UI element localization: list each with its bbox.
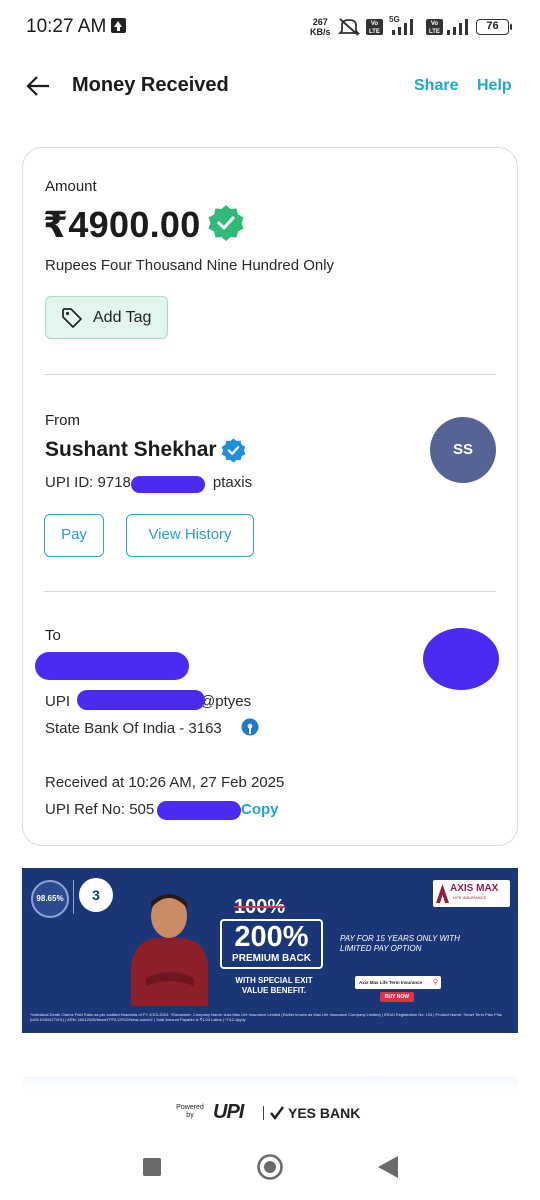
mute-icon <box>338 18 360 36</box>
ad-person-image <box>131 894 208 1006</box>
footer-separator <box>263 1106 264 1120</box>
verified-check-icon <box>208 205 244 241</box>
axis-logo-icon <box>436 884 449 903</box>
ad-search-box: Axis Max Life Term Insurance ⚲ <box>355 976 441 989</box>
recipient-upi-suffix: @ptyes <box>200 693 252 710</box>
ad-banner[interactable]: 98.65% 3 100% 200% PREMIUM BACK WITH SPE… <box>22 868 518 1033</box>
yes-bank-check-icon <box>270 1106 284 1120</box>
from-label: From <box>45 412 80 429</box>
divider <box>73 880 74 914</box>
redaction-mark <box>131 476 205 493</box>
amount-value: ₹4900.00 <box>43 204 201 245</box>
redaction-mark <box>157 801 241 820</box>
sender-name: Sushant Shekhar <box>45 438 217 461</box>
ad-strike-text: 100% <box>234 896 286 918</box>
help-link[interactable]: Help <box>477 77 512 95</box>
nav-back-button[interactable] <box>377 1155 399 1179</box>
recent-apps-button[interactable] <box>143 1158 161 1176</box>
network-speed-unit: KB/s <box>310 27 331 37</box>
app-header: Money Received Share Help <box>0 62 540 112</box>
amount-in-words: Rupees Four Thousand Nine Hundred Only <box>45 257 335 274</box>
ad-exit-text: WITH SPECIAL EXIT VALUE BENEFIT. <box>235 976 313 995</box>
ad-pay-text: PAY FOR 15 YEARS ONLY WITH LIMITED PAY O… <box>340 934 460 953</box>
transaction-card: Amount ₹4900.00 Rupees Four Thousand Nin… <box>22 147 518 846</box>
upload-icon <box>111 18 126 33</box>
to-label: To <box>45 627 61 644</box>
ad-headline-sub: PREMIUM BACK <box>222 953 321 964</box>
network-speed-value: 267 <box>312 17 328 27</box>
volte-icon-2: Vo LTE <box>426 19 443 35</box>
received-timestamp: Received at 10:26 AM, 27 Feb 2025 <box>45 774 285 791</box>
status-time: 10:27 AM <box>26 16 107 37</box>
signal-icon-2 <box>447 19 468 35</box>
recipient-upi-prefix: UPI <box>45 693 71 710</box>
sbi-logo-icon <box>241 718 259 736</box>
page-title: Money Received <box>72 74 229 96</box>
view-history-button[interactable]: View History <box>126 514 254 557</box>
ad-number-badge: 3 <box>79 878 113 912</box>
sender-avatar: SS <box>430 417 496 483</box>
blue-verified-icon <box>221 438 246 463</box>
ad-logo-subtext: LIFE INSURANCE <box>453 895 487 900</box>
ad-headline-box: 200% PREMIUM BACK <box>220 919 323 969</box>
divider <box>44 374 496 375</box>
powered-by-label: Powered by <box>176 1104 204 1119</box>
pay-button[interactable]: Pay <box>44 514 104 557</box>
axis-max-logo: AXIS MAX LIFE INSURANCE <box>433 880 510 907</box>
divider <box>44 591 496 592</box>
ad-search-text: Axis Max Life Term Insurance <box>359 980 423 985</box>
ad-headline: 200% <box>234 921 309 953</box>
home-button[interactable] <box>256 1153 284 1181</box>
share-link[interactable]: Share <box>414 77 458 95</box>
redaction-mark <box>77 690 205 710</box>
ad-fine-print: *Individual Death Claims Paid Ratio as p… <box>30 1012 502 1022</box>
ad-logo-text: AXIS MAX <box>450 883 499 894</box>
yes-bank-label: YES BANK <box>288 1105 361 1121</box>
copy-ref-button[interactable]: Copy <box>241 801 279 818</box>
footer-fade <box>22 1076 518 1090</box>
sender-upi-suffix: ptaxis <box>212 474 253 491</box>
battery-icon: 76 <box>476 19 512 35</box>
signal-icon-1 <box>392 19 413 35</box>
status-bar: 10:27 AM 267 KB/s Vo LTE 5G Vo LTE 76 <box>0 0 540 56</box>
upi-logo: UPI <box>213 1101 244 1123</box>
back-arrow-icon[interactable] <box>24 72 52 100</box>
claims-ratio-badge: 98.65% <box>31 880 69 918</box>
upi-ref-number: UPI Ref No: 505 <box>45 801 155 818</box>
network-speed: 267 KB/s <box>310 17 331 37</box>
search-icon: ⚲ <box>432 979 438 986</box>
redaction-mark <box>35 652 189 680</box>
add-tag-button[interactable]: Add Tag <box>45 296 168 339</box>
add-tag-label: Add Tag <box>93 309 152 326</box>
recipient-avatar <box>423 628 499 690</box>
volte-icon-1: Vo LTE <box>366 19 383 35</box>
bank-account: State Bank Of India - 3163 <box>45 720 222 737</box>
amount-label: Amount <box>45 178 97 195</box>
ad-buy-now-button[interactable]: BUY NOW <box>380 992 414 1002</box>
sender-upi-prefix: UPI ID: 9718 <box>45 474 131 491</box>
tag-icon <box>62 308 82 328</box>
